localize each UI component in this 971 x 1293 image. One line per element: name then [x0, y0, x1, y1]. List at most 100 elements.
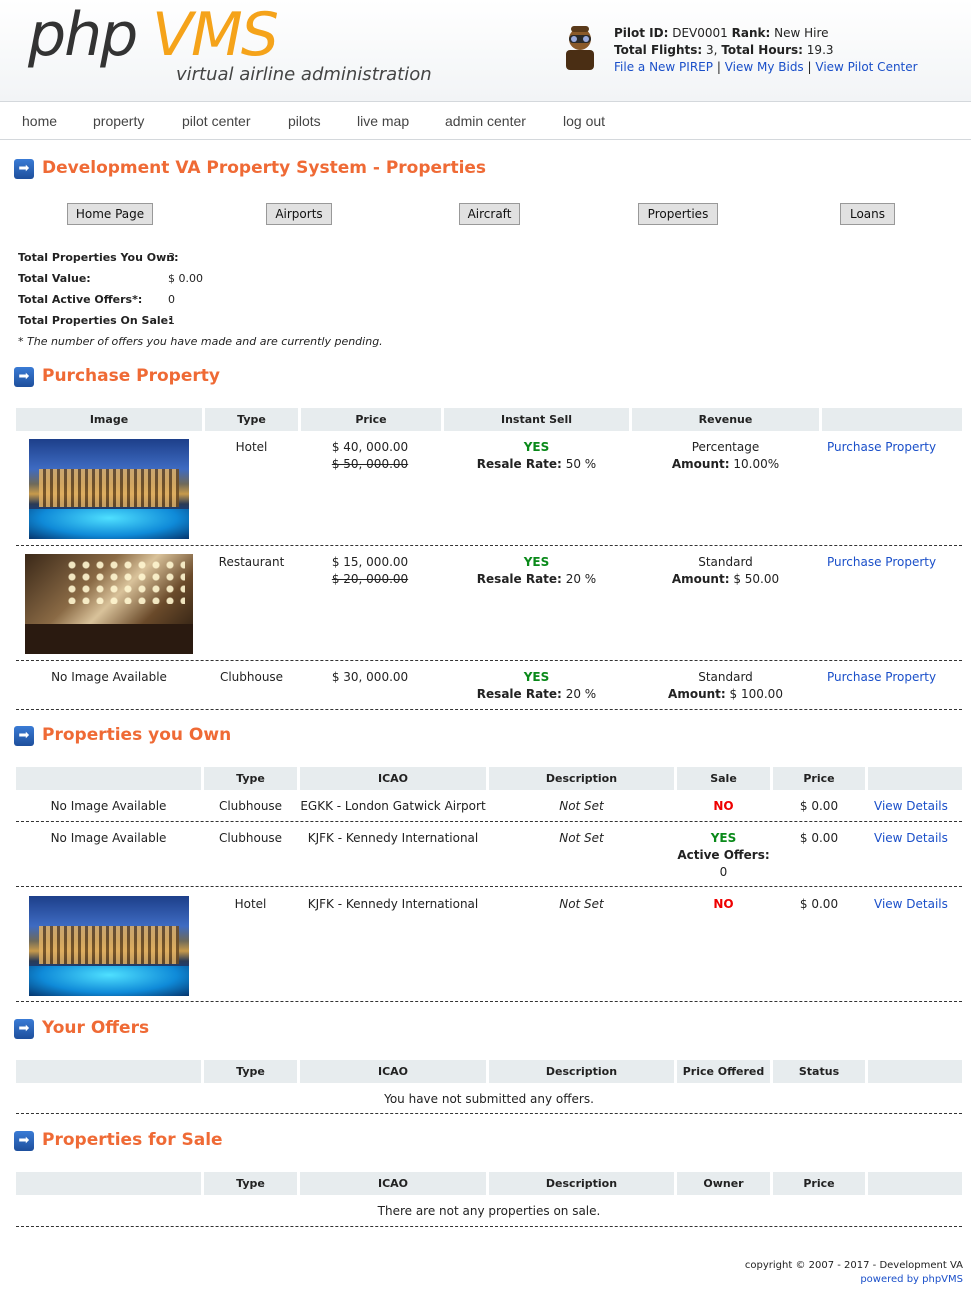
- revenue-type-cell: Standard: [698, 670, 753, 684]
- nav-property[interactable]: property: [93, 113, 144, 129]
- properties-button[interactable]: Properties: [638, 203, 718, 225]
- column-header: Description: [489, 767, 674, 790]
- summary-value: $ 0.00: [168, 272, 203, 285]
- column-header: Revenue: [632, 408, 819, 431]
- column-header: Price: [773, 767, 865, 790]
- file-pirep-link[interactable]: File a New PIREP: [614, 60, 713, 74]
- price-cell: $ 15, 000.00: [331, 555, 409, 569]
- nav-home[interactable]: home: [22, 113, 57, 129]
- pilot-id: DEV0001: [672, 26, 728, 40]
- arrow-right-icon: ➡: [14, 1019, 34, 1039]
- active-offers-label: Active Offers:: [677, 848, 770, 862]
- column-header: [868, 767, 962, 790]
- revenue-type-cell: Standard: [698, 555, 753, 569]
- arrow-right-icon: ➡: [14, 159, 34, 179]
- owned-table-header: Type ICAO Description Sale Price: [16, 767, 962, 790]
- nav-pilot-center[interactable]: pilot center: [182, 113, 250, 129]
- column-header: [16, 1060, 201, 1083]
- no-image-text: No Image Available: [51, 670, 167, 684]
- home-page-button[interactable]: Home Page: [67, 203, 153, 225]
- row-divider: [16, 709, 962, 710]
- section-title: Properties you Own: [42, 725, 232, 745]
- column-header: [16, 767, 201, 790]
- pilot-id-label: Pilot ID:: [614, 26, 669, 40]
- view-details-link[interactable]: View Details: [874, 798, 964, 815]
- view-details-link[interactable]: View Details: [874, 896, 964, 913]
- column-header: Price: [301, 408, 441, 431]
- section-title: Purchase Property: [42, 366, 220, 386]
- nav-pilots[interactable]: pilots: [288, 113, 321, 129]
- pilot-info: Pilot ID: DEV0001 Rank: New Hire Total F…: [614, 25, 918, 76]
- resale-rate-cell: Resale Rate: 20 %: [476, 572, 597, 586]
- no-image-text: No Image Available: [50, 831, 167, 845]
- arrow-right-icon: ➡: [14, 1131, 34, 1151]
- sale-status-cell: YES: [710, 831, 737, 845]
- summary-label: Total Value:: [18, 272, 91, 285]
- footer-powered[interactable]: powered by phpVMS: [860, 1274, 963, 1285]
- price-cell: $ 40, 000.00: [331, 440, 409, 454]
- summary-value: 0: [168, 293, 175, 306]
- purchase-property-link[interactable]: Purchase Property: [827, 439, 957, 456]
- column-header: Image: [16, 408, 202, 431]
- view-bids-link[interactable]: View My Bids: [725, 60, 804, 74]
- aircraft-button[interactable]: Aircraft: [459, 203, 520, 225]
- type-cell: Clubhouse: [218, 799, 283, 813]
- pilot-flights-label: Total Flights:: [614, 43, 703, 57]
- column-header: Type: [205, 408, 298, 431]
- price-cell: $ 0.00: [799, 799, 839, 813]
- instant-sell-cell: YES: [523, 440, 550, 454]
- loans-button[interactable]: Loans: [840, 203, 895, 225]
- type-cell: Hotel: [234, 897, 267, 911]
- summary-label: Total Active Offers*:: [18, 293, 143, 306]
- pilot-hours: 19.3: [806, 43, 834, 57]
- summary-label: Total Properties On Sale:: [18, 314, 173, 327]
- description-cell: Not Set: [559, 897, 604, 911]
- column-header: [868, 1172, 962, 1195]
- column-header: Price Offered: [677, 1060, 770, 1083]
- type-cell: Clubhouse: [218, 831, 283, 845]
- icao-cell: KJFK - Kennedy International: [307, 831, 479, 845]
- powered-by-link[interactable]: powered by phpVMS: [860, 1274, 963, 1285]
- revenue-amount-cell: Amount: 10.00%: [671, 457, 780, 471]
- purchase-property-link[interactable]: Purchase Property: [827, 669, 957, 686]
- restaurant-image: [25, 554, 193, 654]
- instant-sell-cell: YES: [523, 670, 550, 684]
- row-divider: [16, 1226, 962, 1227]
- description-cell: Not Set: [559, 799, 604, 813]
- row-divider: [16, 886, 962, 887]
- nav-live-map[interactable]: live map: [357, 113, 409, 129]
- old-price-cell: $ 50, 000.00: [331, 457, 409, 471]
- resale-rate-cell: Resale Rate: 20 %: [476, 687, 597, 701]
- active-offers-value: 0: [719, 865, 728, 879]
- for-sale-table-header: Type ICAO Description Owner Price: [16, 1172, 962, 1195]
- link-separator: |: [807, 60, 812, 74]
- column-header: ICAO: [300, 1172, 486, 1195]
- section-title: Your Offers: [42, 1018, 150, 1038]
- summary-label: Total Properties You Own:: [18, 251, 179, 264]
- type-cell: Restaurant: [218, 555, 285, 569]
- footer-copyright: copyright © 2007 - 2017 - Development VA: [744, 1260, 963, 1271]
- row-divider: [16, 1113, 962, 1114]
- pilot-hours-label: Total Hours:: [721, 43, 803, 57]
- arrow-right-icon: ➡: [14, 726, 34, 746]
- view-pilot-center-link[interactable]: View Pilot Center: [815, 60, 917, 74]
- pilot-rank-label: Rank:: [731, 26, 771, 40]
- pilot-avatar-icon: [566, 26, 594, 70]
- arrow-right-icon: ➡: [14, 367, 34, 387]
- price-cell: $ 30, 000.00: [331, 670, 409, 684]
- logo-tagline: virtual airline administration: [176, 64, 432, 85]
- revenue-type-cell: Percentage: [691, 440, 760, 454]
- purchase-property-link[interactable]: Purchase Property: [827, 554, 957, 571]
- column-header: Owner: [677, 1172, 770, 1195]
- view-details-link[interactable]: View Details: [874, 830, 964, 847]
- link-separator: |: [716, 60, 721, 74]
- row-divider: [16, 660, 962, 661]
- nav-log-out[interactable]: log out: [563, 113, 605, 129]
- nav-admin-center[interactable]: admin center: [445, 113, 526, 129]
- summary-value: 1: [168, 314, 175, 327]
- page-title: Development VA Property System - Propert…: [42, 158, 487, 178]
- column-header: Status: [773, 1060, 865, 1083]
- type-cell: Hotel: [235, 440, 268, 454]
- airports-button[interactable]: Airports: [266, 203, 332, 225]
- column-header: ICAO: [300, 1060, 486, 1083]
